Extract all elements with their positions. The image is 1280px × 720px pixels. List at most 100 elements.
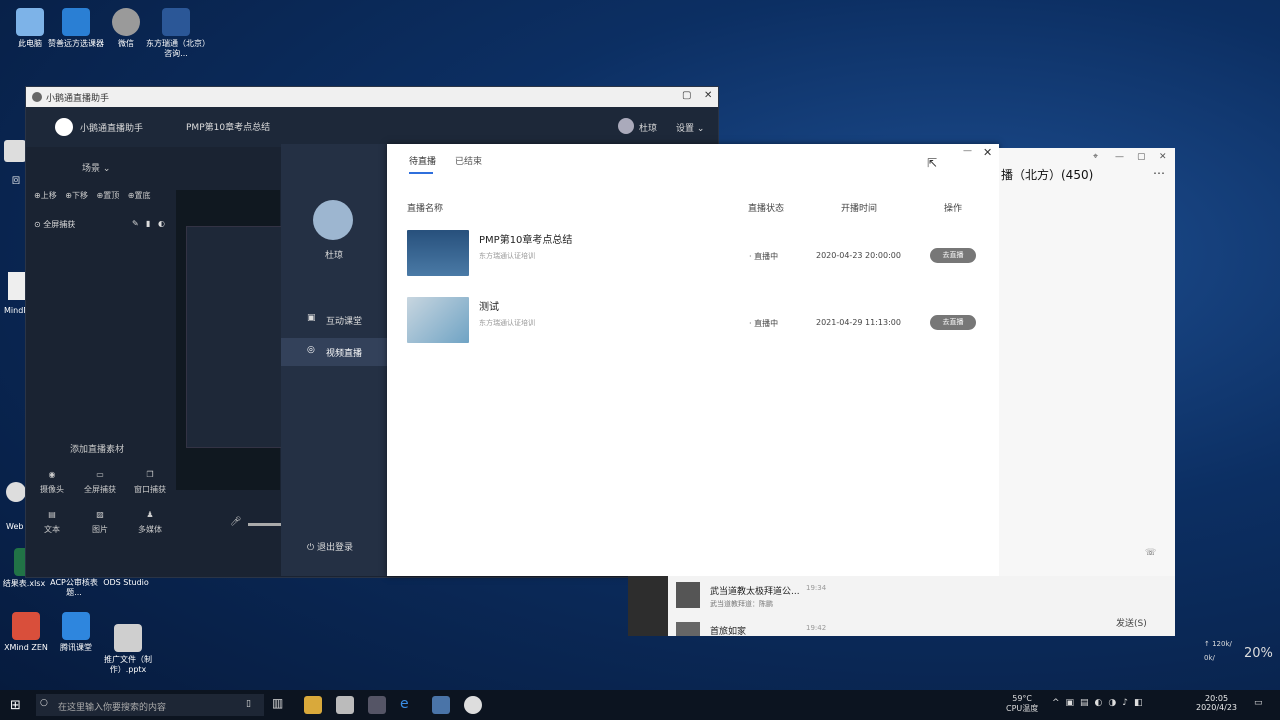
tencent-class-icon	[62, 612, 90, 640]
send-button[interactable]: 发送(S)	[1116, 616, 1147, 629]
ppt-icon	[114, 624, 142, 652]
live-org: 东方瑞通认证培训	[479, 319, 535, 327]
file-explorer-icon[interactable]	[304, 696, 322, 714]
scene-selector[interactable]: 场景 ⌄	[82, 161, 110, 174]
column-header-time: 开播时间	[841, 204, 878, 214]
chevron-down-icon: ⌄	[696, 124, 705, 134]
list-item[interactable]: 首旅如家 19:42	[674, 620, 834, 637]
percent-widget: 20%	[1244, 646, 1273, 661]
tab-ended[interactable]: 已结束	[455, 154, 482, 167]
material-image[interactable]: ▨ 图片	[80, 510, 120, 535]
move-top-button[interactable]: ⊕置顶	[97, 191, 120, 200]
computer-icon	[16, 8, 44, 36]
material-text[interactable]: ▤ 文本	[34, 510, 70, 535]
desktop-icon-doc[interactable]: ACP公审核表题...	[44, 578, 104, 598]
status-badge: · 直播中	[749, 252, 779, 261]
avatar	[676, 622, 700, 636]
close-icon[interactable]: ✕	[983, 146, 992, 159]
more-icon[interactable]: ⋯	[1153, 166, 1165, 180]
live-time: 2021-04-29 11:13:00	[816, 318, 901, 327]
desktop-icon-partial[interactable]	[8, 272, 26, 300]
app-small-icon	[32, 92, 42, 102]
maximize-icon[interactable]: ▢	[682, 90, 691, 101]
desktop-icon-ppt[interactable]: 推广文件（制作）.pptx	[98, 624, 158, 675]
app-taskbar-icon[interactable]	[336, 696, 354, 714]
minimize-icon[interactable]: —	[1115, 152, 1124, 162]
window-titlebar: 小鹅通直播助手 ✕ ▢	[26, 87, 718, 107]
maximize-icon[interactable]: ▢	[1137, 152, 1146, 162]
close-icon[interactable]: ✕	[1159, 152, 1167, 162]
avatar[interactable]	[313, 200, 353, 240]
edit-icon[interactable]: ✎	[132, 219, 139, 228]
move-down-button[interactable]: ⊕下移	[65, 191, 88, 200]
nav-item-video-live[interactable]: ◎ 视频直播	[281, 338, 387, 366]
live-icon: ◎	[307, 345, 315, 355]
task-view-icon[interactable]: ▥	[272, 696, 290, 714]
microphone-icon[interactable]: ▯	[246, 699, 251, 709]
taskbar-search[interactable]: ○ 在这里输入你要搜索的内容 ▯	[36, 694, 264, 716]
pin-icon[interactable]: ⌖	[1093, 152, 1098, 162]
xmind-icon	[12, 612, 40, 640]
settings-menu[interactable]: 设置 ⌄	[676, 121, 704, 134]
chat-sidebar-strip	[628, 576, 668, 636]
search-icon: ○	[40, 698, 48, 708]
chat-title: 播（北方）(450)	[1001, 168, 1094, 182]
move-up-button[interactable]: ⊕上移	[34, 191, 57, 200]
desktop-icon-partial-label: 回	[12, 176, 20, 185]
close-icon[interactable]: ✕	[704, 90, 712, 101]
column-header-action: 操作	[944, 204, 963, 214]
volume-slider[interactable]	[248, 523, 282, 526]
cpu-temperature: 59°C CPU温度	[1006, 694, 1039, 713]
checkbox-icon[interactable]: ⊙	[34, 220, 41, 229]
visibility-icon[interactable]: ◐	[158, 219, 165, 228]
desktop-icon-partial[interactable]	[4, 140, 26, 162]
taskbar: ⊞ ○ 在这里输入你要搜索的内容 ▯ ▥ e 59°C CPU温度 ^▣▤◐◑♪…	[0, 690, 1280, 720]
windows-start-icon[interactable]: ⊞	[10, 698, 21, 713]
mouse-cursor-icon: ⇱	[927, 156, 938, 170]
image-icon: ▨	[96, 510, 104, 519]
go-live-button[interactable]: 去直播	[930, 248, 976, 263]
app-taskbar-icon[interactable]	[464, 696, 482, 714]
live-list-dialog: 待直播 已结束 — ✕ 直播名称 直播状态 开播时间 操作 PMP第10章考点总…	[387, 144, 999, 576]
desktop-icon-ods[interactable]: ODS Studio	[96, 578, 156, 588]
wechat-icon	[112, 8, 140, 36]
desktop-icon-tencent[interactable]: 腾讯课堂	[46, 612, 106, 653]
app-header: 小鹅通直播助手 PMP第10章考点总结 杜琼 设置 ⌄	[26, 107, 718, 147]
tab-underline	[409, 172, 433, 174]
list-item[interactable]: 武当道教太极拜道公... 19:34 武当道教拜道：陈鹏	[674, 580, 834, 612]
nav-item-interactive-class[interactable]: ▣ 互动课堂	[281, 308, 387, 332]
source-toolbar: ⊕上移 ⊕下移 ⊕置顶 ⊕置底	[34, 190, 150, 201]
live-thumbnail	[407, 297, 469, 343]
window-icon: ❐	[146, 470, 154, 479]
app-taskbar-icon[interactable]	[432, 696, 450, 714]
table-row: PMP第10章考点总结 东方瑞通认证培训 · 直播中 2020-04-23 20…	[387, 230, 999, 278]
user-name: 杜琼	[324, 251, 343, 261]
live-title: 测试	[479, 302, 499, 313]
source-item[interactable]: ⊙ 全屏捕获 ✎ ▮ ◐	[34, 219, 165, 230]
tray-icons[interactable]: ^▣▤◐◑♪◧	[1052, 698, 1149, 708]
tab-upcoming[interactable]: 待直播	[409, 154, 436, 174]
nav-panel: 杜琼 ▣ 互动课堂 ◎ 视频直播 ⏻ 退出登录	[281, 144, 387, 576]
lock-icon[interactable]: ▮	[146, 219, 150, 228]
minimize-icon[interactable]: —	[963, 146, 972, 156]
column-header-name: 直播名称	[407, 204, 444, 214]
avatar[interactable]	[618, 118, 634, 134]
edge-icon[interactable]: e	[400, 696, 418, 714]
notification-icon[interactable]: ▭	[1254, 698, 1263, 708]
desktop-icon-word[interactable]: 东方瑞通（北京）咨询...	[146, 8, 206, 59]
logout-button[interactable]: ⏻ 退出登录	[307, 540, 353, 553]
material-camera[interactable]: ◉ 摄像头	[34, 470, 70, 495]
microphone-icon[interactable]: 🎤︎	[230, 517, 241, 527]
go-live-button[interactable]: 去直播	[930, 315, 976, 330]
material-media[interactable]: ♟ 多媒体	[130, 510, 170, 535]
material-fullscreen[interactable]: ▭ 全屏捕获	[80, 470, 120, 495]
clock[interactable]: 20:05 2020/4/23	[1196, 694, 1237, 712]
chat-message-area: 武当道教太极拜道公... 19:34 武当道教拜道：陈鹏 首旅如家 19:42 …	[628, 576, 1175, 637]
app-taskbar-icon[interactable]	[368, 696, 386, 714]
table-row: 测试 东方瑞通认证培训 · 直播中 2021-04-29 11:13:00 去直…	[387, 297, 999, 345]
desktop-icon-partial[interactable]	[6, 482, 26, 502]
material-window[interactable]: ❐ 窗口捕获	[130, 470, 170, 495]
user-name: 杜琼	[639, 124, 658, 134]
move-bottom-button[interactable]: ⊕置底	[128, 191, 151, 200]
voice-call-icon[interactable]: ☏	[1145, 548, 1156, 558]
